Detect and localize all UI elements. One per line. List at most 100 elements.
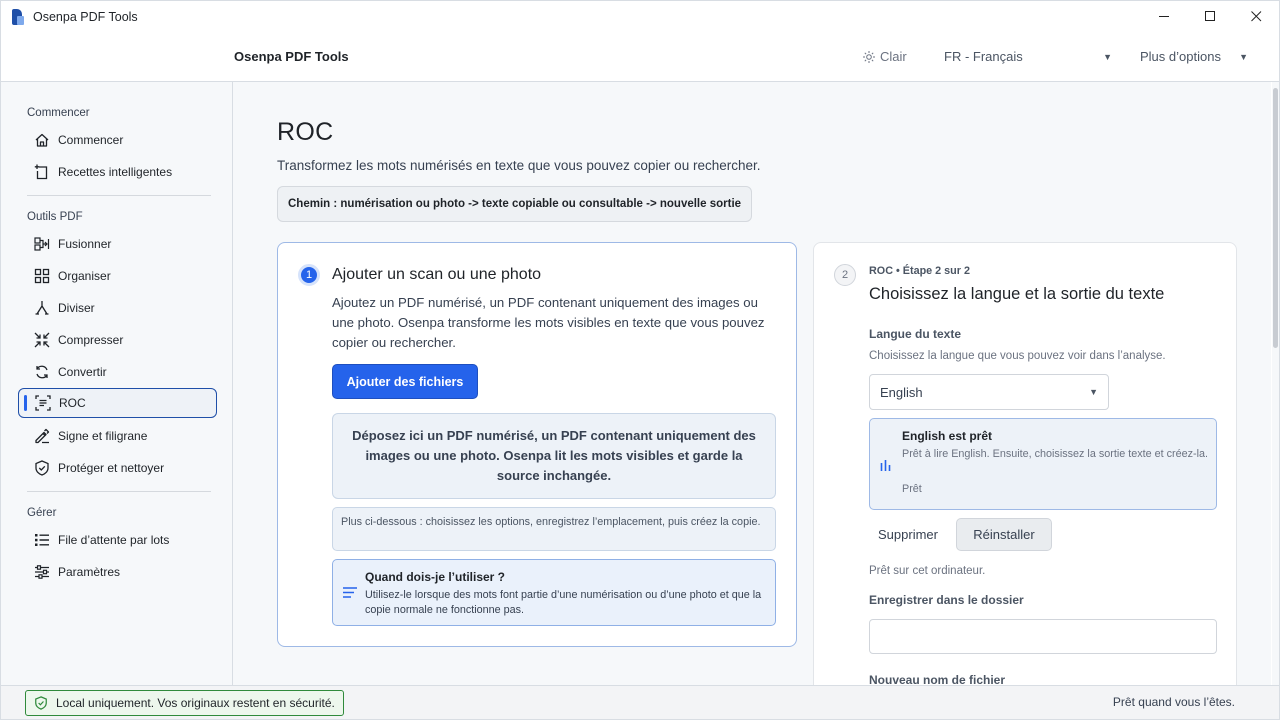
sparkle-doc-icon <box>34 164 50 180</box>
compress-icon <box>34 332 50 348</box>
sidebar-item-label: Recettes intelligentes <box>58 165 173 179</box>
brand-name: Osenpa PDF Tools <box>234 49 349 64</box>
step-2-card: 2 ROC • Étape 2 sur 2 Choisissez la lang… <box>813 242 1237 685</box>
sidebar-item-label: Paramètres <box>58 565 121 579</box>
text-language-value: English <box>880 384 923 400</box>
step-2-kicker: ROC • Étape 2 sur 2 <box>869 265 970 277</box>
ready-description: Prêt à lire English. Ensuite, choisissez… <box>902 448 1209 460</box>
more-options-menu[interactable]: Plus d’options ▼ <box>1140 49 1248 64</box>
sidebar-item-label: Commencer <box>58 133 124 147</box>
sidebar-item-label: Signe et filigrane <box>58 429 148 443</box>
ready-status: Prêt <box>902 483 922 495</box>
filename-label: Nouveau nom de fichier <box>869 673 1006 685</box>
app-logo-icon <box>12 8 26 25</box>
language-select[interactable]: FR - Français ▼ <box>944 49 1112 64</box>
ocr-icon <box>35 395 51 411</box>
step-1-description: Ajoutez un PDF numérisé, un PDF contenan… <box>332 295 765 350</box>
sidebar-item-proteger[interactable]: Protéger et nettoyer <box>18 453 217 483</box>
sidebar-item-signe[interactable]: Signe et filigrane <box>18 421 217 451</box>
sidebar-item-roc[interactable]: ROC <box>18 388 217 418</box>
step-2-title: Choisissez la langue et la sortie du tex… <box>869 285 1165 303</box>
maximize-button[interactable] <box>1187 1 1233 33</box>
sliders-icon <box>34 564 50 580</box>
when-to-use-box: Quand dois-je l’utiliser ? Utilisez-le l… <box>332 559 776 626</box>
sidebar-item-convertir[interactable]: Convertir <box>18 357 217 387</box>
chevron-down-icon: ▼ <box>1089 387 1098 397</box>
add-files-button[interactable]: Ajouter des fichiers <box>332 364 478 399</box>
sidebar-item-diviser[interactable]: Diviser <box>18 293 217 323</box>
home-icon <box>34 132 50 148</box>
local-only-status: Local uniquement. Vos originaux restent … <box>25 690 344 716</box>
sidebar-item-commencer[interactable]: Commencer <box>18 125 217 155</box>
section-label-commencer: Commencer <box>27 107 90 119</box>
step-number-badge: 2 <box>834 264 856 286</box>
language-ready-card: English est prêt Prêt à lire English. En… <box>869 418 1217 510</box>
active-indicator <box>24 395 27 411</box>
sidebar-item-parametres[interactable]: Paramètres <box>18 557 217 587</box>
ready-title: English est prêt <box>902 429 993 443</box>
sidebar-item-fusionner[interactable]: Fusionner <box>18 229 217 259</box>
close-button[interactable] <box>1233 1 1279 33</box>
sidebar: Commencer Commencer Recettes intelligent… <box>0 82 233 685</box>
when-to-use-title: Quand dois-je l’utiliser ? <box>365 570 506 584</box>
minimize-button[interactable] <box>1141 1 1187 33</box>
page-title: ROC <box>277 118 334 146</box>
save-folder-label: Enregistrer dans le dossier <box>869 593 1024 607</box>
language-label: Langue du texte <box>869 327 962 341</box>
sun-icon <box>863 50 875 63</box>
local-only-text: Local uniquement. Vos originaux restent … <box>56 696 335 710</box>
sidebar-item-label: Diviser <box>58 301 95 315</box>
main-content: ROC Transformez les mots numérisés en te… <box>233 82 1271 685</box>
more-options-label: Plus d’options <box>1140 49 1221 64</box>
step-1-card: 1 Ajouter un scan ou une photo Ajoutez u… <box>277 242 797 647</box>
text-language-select[interactable]: English ▼ <box>869 374 1109 410</box>
workflow-path-chip: Chemin : numérisation ou photo -> texte … <box>277 186 753 222</box>
shield-icon <box>34 460 50 476</box>
save-folder-input[interactable] <box>869 619 1217 654</box>
scrollbar-thumb[interactable] <box>1273 88 1278 348</box>
when-to-use-text: Utilisez-le lorsque des mots font partie… <box>365 589 762 616</box>
sidebar-item-label: File d’attente par lots <box>58 533 170 547</box>
section-label-gerer: Gérer <box>27 507 57 519</box>
reinstall-button[interactable]: Réinstaller <box>956 518 1052 551</box>
window-title: Osenpa PDF Tools <box>33 9 138 24</box>
shield-check-icon <box>35 696 47 710</box>
page-subtitle: Transformez les mots numérisés en texte … <box>277 158 761 173</box>
local-ready-note: Prêt sur cet ordinateur. <box>869 565 986 577</box>
sidebar-item-label: Fusionner <box>58 237 112 251</box>
language-help: Choisissez la langue que vous pouvez voi… <box>869 350 1166 362</box>
next-steps-hint: Plus ci-dessous : choisissez les options… <box>332 507 776 551</box>
merge-icon <box>34 236 50 252</box>
sidebar-divider <box>27 195 211 196</box>
sidebar-item-compresser[interactable]: Compresser <box>18 325 217 355</box>
top-header: Osenpa PDF Tools Clair FR - Français ▼ P… <box>0 32 1280 82</box>
pen-icon <box>34 428 50 444</box>
chevron-down-icon: ▼ <box>1239 51 1248 62</box>
sidebar-item-recettes[interactable]: Recettes intelligentes <box>18 157 217 187</box>
minimize-icon <box>1158 16 1169 17</box>
chevron-down-icon: ▼ <box>1103 51 1112 62</box>
file-dropzone[interactable]: Déposez ici un PDF numérisé, un PDF cont… <box>332 413 776 499</box>
theme-toggle[interactable]: Clair <box>863 49 907 64</box>
main-scrollbar[interactable] <box>1272 82 1280 685</box>
split-icon <box>34 300 50 316</box>
step-number-badge: 1 <box>298 264 320 286</box>
step-1-title: Ajouter un scan ou une photo <box>332 266 542 283</box>
list-icon <box>34 532 50 548</box>
sidebar-item-organiser[interactable]: Organiser <box>18 261 217 291</box>
bars-icon <box>880 458 892 476</box>
status-bar: Local uniquement. Vos originaux restent … <box>0 685 1280 720</box>
sidebar-item-label: Organiser <box>58 269 111 283</box>
close-icon <box>1250 11 1261 22</box>
sidebar-item-file-attente[interactable]: File d’attente par lots <box>18 525 217 555</box>
grid-icon <box>34 268 50 284</box>
remove-button[interactable]: Supprimer <box>869 518 947 550</box>
sidebar-item-label: Protéger et nettoyer <box>58 461 165 475</box>
theme-label: Clair <box>880 49 907 64</box>
lines-icon <box>342 585 358 601</box>
language-value: FR - Français <box>944 49 1023 64</box>
ready-status-text: Prêt quand vous l’êtes. <box>1112 695 1235 709</box>
title-bar: Osenpa PDF Tools <box>0 0 1280 32</box>
section-label-outils: Outils PDF <box>27 211 83 223</box>
sidebar-item-label: Convertir <box>58 365 107 379</box>
